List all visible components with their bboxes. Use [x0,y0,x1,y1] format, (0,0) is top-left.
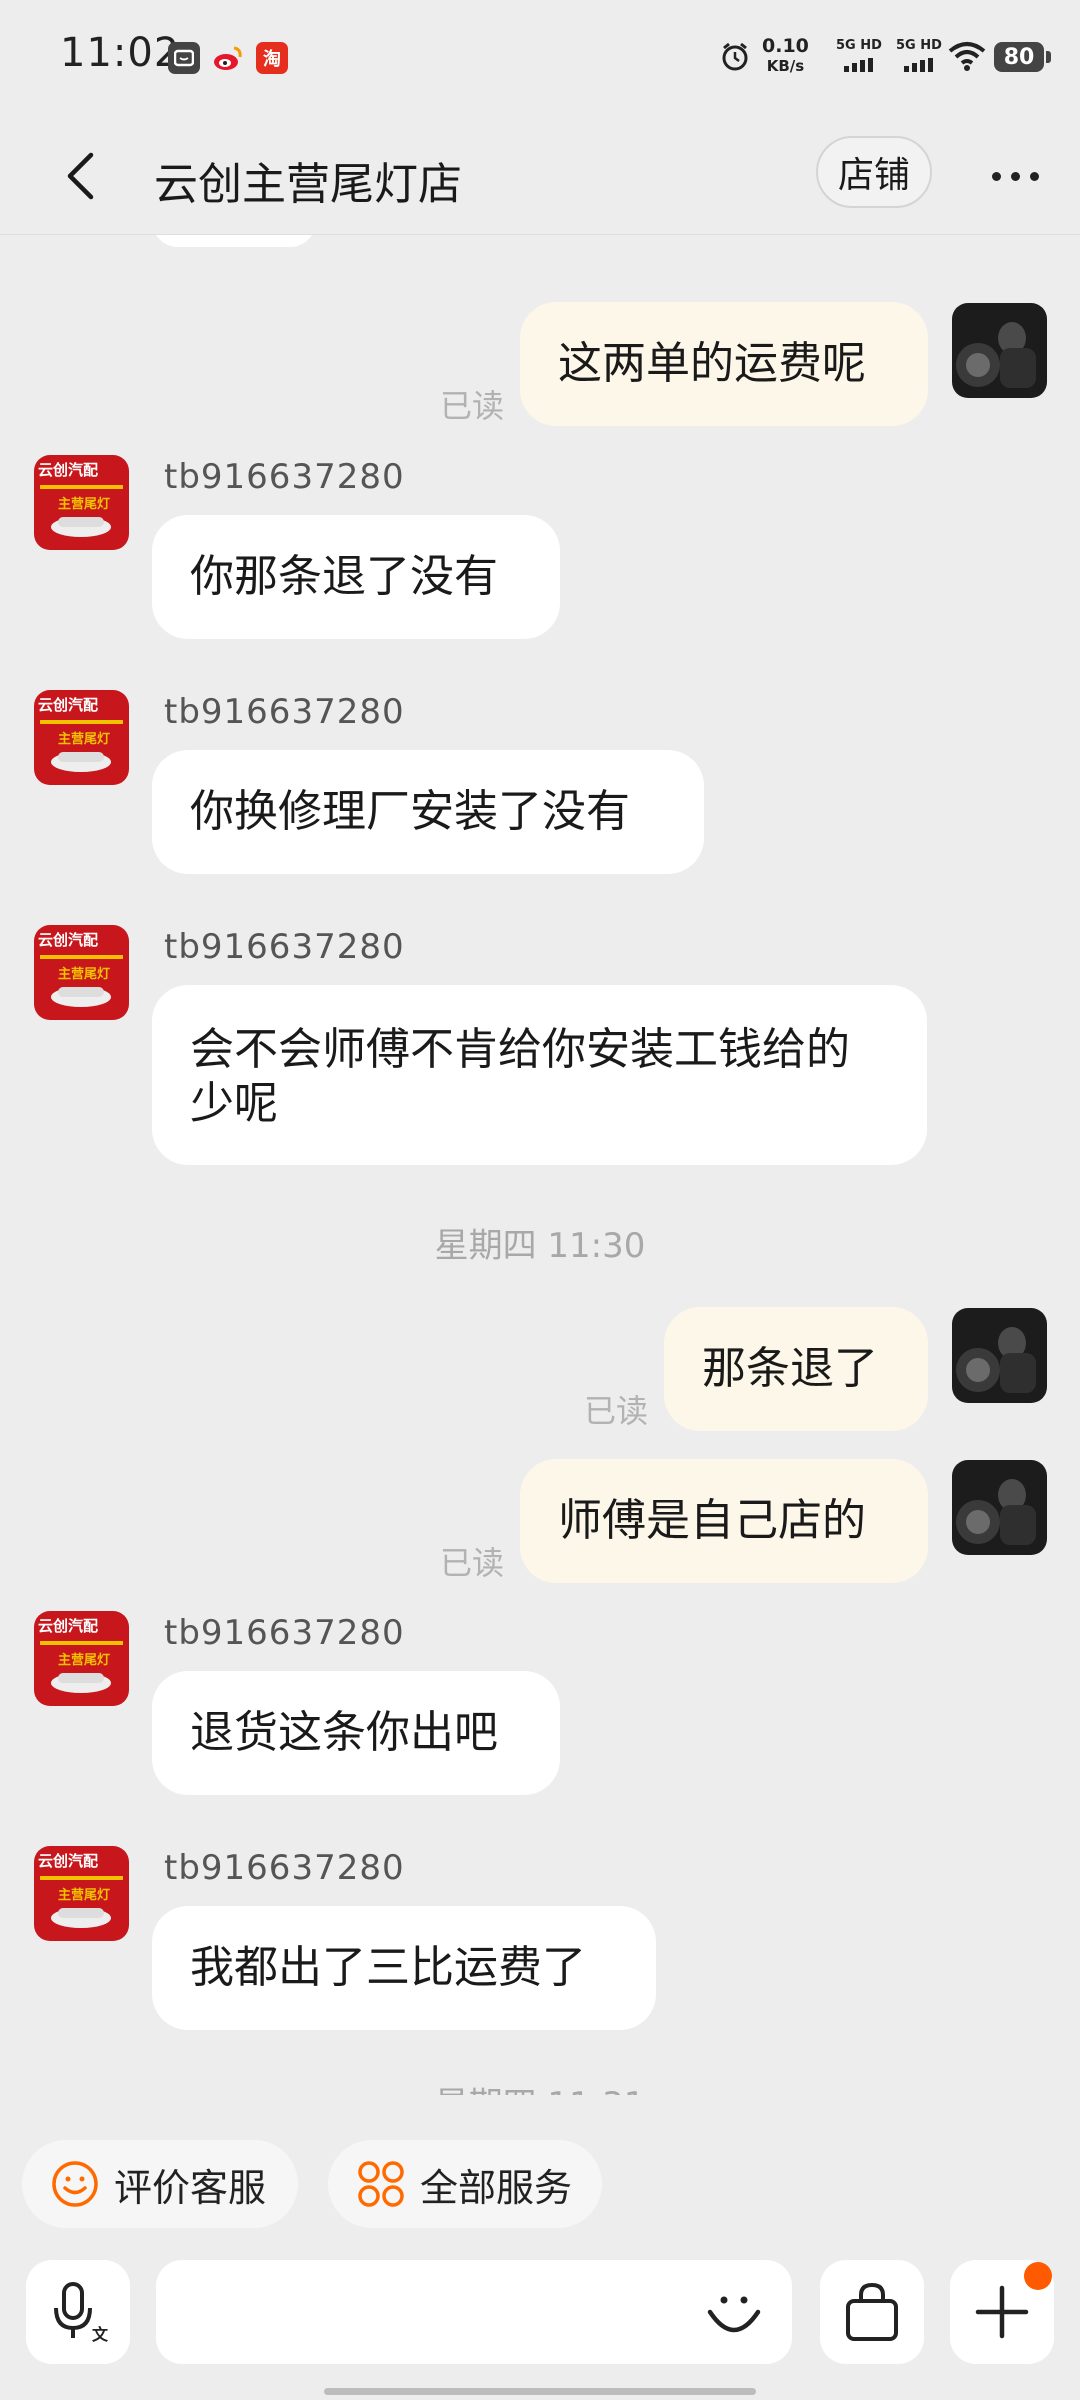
shop-avatar[interactable]: 云创汽配 主营尾灯 [34,1846,129,1941]
shop-avatar[interactable]: 云创汽配 主营尾灯 [34,690,129,785]
shop-avatar-text: 云创汽配 [38,1852,99,1870]
back-button[interactable] [50,144,110,208]
chevron-left-icon [67,152,94,200]
weibo-icon [212,42,244,74]
shop-avatar[interactable]: 云创汽配 主营尾灯 [34,455,129,550]
microphone-icon: 文 [54,2282,108,2344]
message-timestamp: 星期四 11:30 [434,1226,646,1266]
shop-avatar-text: 云创汽配 [38,931,99,949]
grid-icon [356,2159,406,2209]
status-indicators: 0.10 KB/s 5G HD 5G HD 80 [700,36,1080,80]
message-bubble-incoming[interactable]: 你换修理厂安装了没有 [152,750,704,874]
more-dot-icon [991,171,1001,181]
message-input-bar: 文 [0,2240,1080,2400]
read-receipt: 已读 [440,387,505,425]
message-bubble-outgoing[interactable]: 师傅是自己店的 [520,1459,928,1583]
alarm-icon [720,42,750,76]
taobao-icon: 淘 [256,42,288,74]
message-icon [168,42,200,74]
signal-bars-2-icon [904,58,933,72]
more-options-button[interactable] [980,144,1050,208]
message-bubble-incoming[interactable]: 我都出了三比运费了 [152,1906,656,2030]
user-avatar[interactable] [952,303,1047,398]
message-bubble-outgoing[interactable]: 这两单的运费呢 [520,302,928,426]
signal-label-2: 5G HD [896,38,942,53]
shop-avatar-text: 主营尾灯 [58,1888,111,1903]
shop-avatar-text: 主营尾灯 [58,497,111,512]
plus-icon [975,2285,1029,2339]
message-timestamp: 星期四 11:31 [0,2077,1080,2095]
voice-input-button[interactable]: 文 [26,2260,130,2364]
shop-avatar-text: 云创汽配 [38,461,99,479]
status-bar: 11:02 淘 0.10 KB/s 5G HD 5G HD 80 [0,0,1080,118]
sender-name: tb916637280 [164,1613,405,1653]
status-time: 11:02 [60,30,181,76]
all-services-button[interactable]: 全部服务 [328,2140,602,2228]
sender-name: tb916637280 [164,457,405,497]
more-dot-icon [1029,171,1039,181]
sender-name: tb916637280 [164,927,405,967]
network-speed-unit: KB/s [766,57,805,75]
shop-avatar[interactable]: 云创汽配 主营尾灯 [34,925,129,1020]
message-bubble-incoming[interactable]: 会不会师傅不肯给你安装工钱给的少呢 [152,985,927,1165]
page-title: 云创主营尾灯店 [154,159,462,210]
smile-icon [50,2159,100,2209]
shop-avatar-text: 主营尾灯 [58,732,111,747]
home-indicator[interactable] [324,2388,756,2395]
read-receipt: 已读 [584,1392,649,1430]
emoji-button[interactable] [694,2272,774,2352]
shopping-bag-icon [846,2282,898,2341]
chat-header: 云创主营尾灯店 店铺 [0,118,1080,235]
shop-avatar-text: 云创汽配 [38,696,99,714]
rate-service-label: 评价客服 [114,2165,267,2210]
notification-dot [1024,2262,1052,2290]
all-services-label: 全部服务 [420,2165,573,2210]
sender-name: tb916637280 [164,692,405,732]
smile-face-icon [707,2296,761,2333]
shop-button[interactable]: 店铺 [816,136,932,208]
sender-name: tb916637280 [164,1848,405,1888]
wifi-icon [948,40,986,76]
network-speed-value: 0.10 [762,35,809,57]
user-avatar[interactable] [952,1308,1047,1403]
message-bubble-incoming[interactable]: 你那条退了没有 [152,515,560,639]
shopping-bag-button[interactable] [820,2260,924,2364]
shop-avatar[interactable]: 云创汽配 主营尾灯 [34,1611,129,1706]
battery-indicator: 80 [994,42,1044,72]
rate-service-button[interactable]: 评价客服 [22,2140,298,2228]
svg-text:文: 文 [92,2325,108,2344]
signal-label-1: 5G HD [836,38,882,53]
battery-tip [1046,51,1051,63]
shop-avatar-text: 主营尾灯 [58,1653,111,1668]
network-speed: 0.10 KB/s [762,36,809,76]
previous-message-fragment [152,235,316,247]
shop-avatar-text: 云创汽配 [38,1617,99,1635]
signal-bars-1-icon [844,58,873,72]
message-bubble-incoming[interactable]: 退货这条你出吧 [152,1671,560,1795]
shop-avatar-text: 主营尾灯 [58,967,111,982]
chat-message-list[interactable]: 这两单的运费呢 已读 云创汽配 主营尾灯 tb916637280 你那条退了没有… [0,235,1080,2095]
user-avatar[interactable] [952,1460,1047,1555]
read-receipt: 已读 [440,1544,505,1582]
more-dot-icon [1010,171,1020,181]
message-bubble-outgoing[interactable]: 那条退了 [664,1307,928,1431]
